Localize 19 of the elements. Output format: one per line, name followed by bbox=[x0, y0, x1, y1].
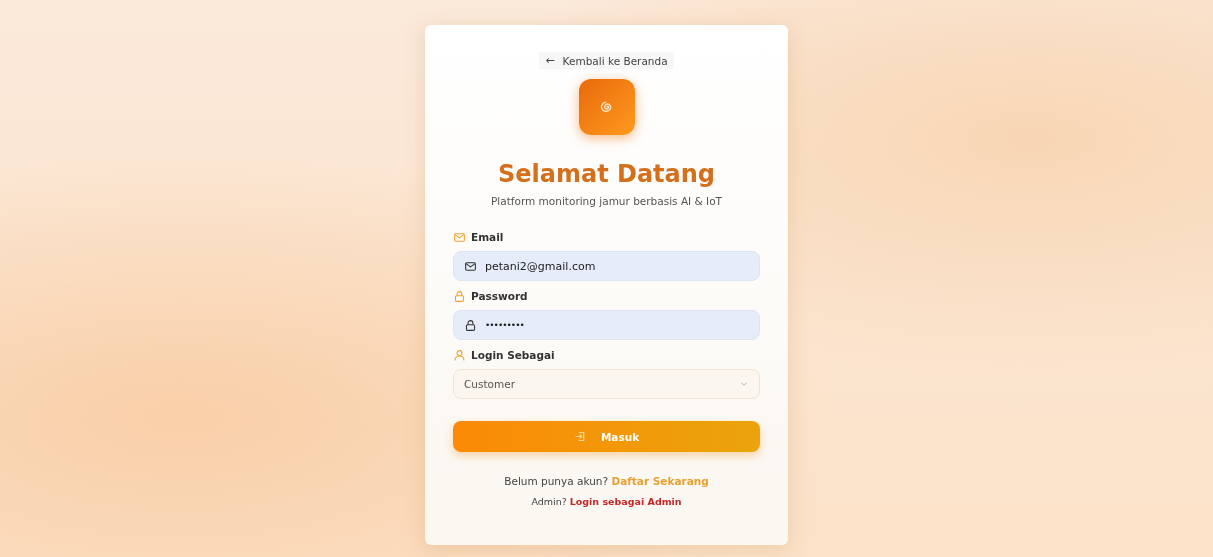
password-field[interactable]: ••••••••• bbox=[453, 310, 760, 340]
back-link[interactable]: ← Kembali ke Beranda bbox=[539, 52, 674, 69]
field-label: Password bbox=[471, 290, 528, 302]
page-title: Selamat Datang bbox=[497, 159, 716, 189]
logo-icon bbox=[578, 79, 635, 135]
field-label: Email bbox=[471, 231, 504, 243]
field-label: Login Sebagai bbox=[471, 349, 555, 361]
prompt-text: Admin? bbox=[531, 496, 567, 507]
lock-icon bbox=[464, 318, 477, 332]
role-dropdown[interactable]: Customer bbox=[453, 369, 760, 399]
envelope-icon bbox=[464, 259, 477, 273]
email-field[interactable]: petani2@gmail.com bbox=[453, 251, 760, 281]
admin-login-link[interactable]: Login sebagai Admin bbox=[569, 496, 682, 507]
sign-in-icon bbox=[573, 430, 587, 443]
subtitle: Platform monitoring jamur berbasis AI & IoT bbox=[491, 195, 722, 207]
prompt-text: Belum punya akun? bbox=[504, 475, 609, 487]
lock-icon bbox=[453, 289, 466, 303]
envelope-icon bbox=[453, 230, 466, 244]
user-icon bbox=[453, 348, 466, 362]
